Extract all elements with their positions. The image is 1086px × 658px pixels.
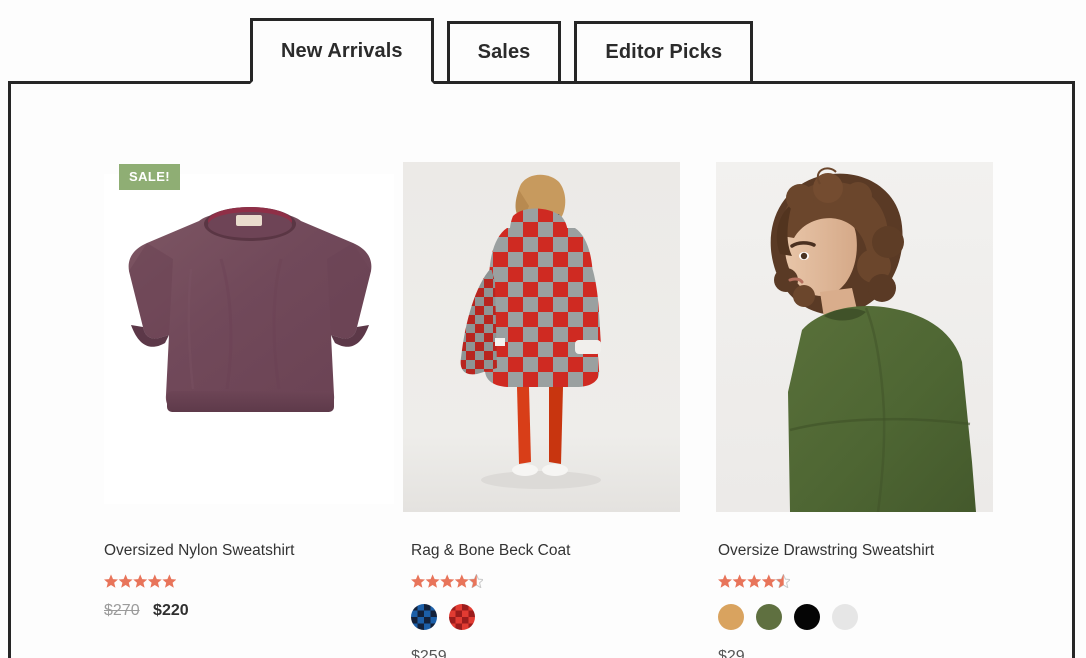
product-photo[interactable] xyxy=(403,162,680,512)
product-meta: Rag & Bone Beck Coat $259 xyxy=(403,517,710,658)
current-price: $259 xyxy=(411,647,447,658)
tab-label: New Arrivals xyxy=(281,39,403,62)
color-swatch-list xyxy=(718,603,1017,630)
product-image-wrapper xyxy=(403,162,710,517)
red-plaid-swatch-icon xyxy=(449,603,475,630)
product-meta: Oversized Nylon Sweatshirt $270 $220 xyxy=(96,517,403,620)
product-photo[interactable] xyxy=(104,174,394,504)
swatch-light-gray[interactable] xyxy=(832,603,858,630)
swatch-black[interactable] xyxy=(794,603,820,630)
tab-editor-picks[interactable]: Editor Picks xyxy=(574,21,754,84)
tab-bar: New Arrivals Sales Editor Picks xyxy=(250,18,754,84)
product-image-wrapper xyxy=(710,162,1017,517)
color-swatch-list xyxy=(411,603,710,630)
swatch-camel[interactable] xyxy=(718,603,744,630)
tab-new-arrivals[interactable]: New Arrivals xyxy=(250,18,434,84)
product-card[interactable]: Oversize Drawstring Sweatshirt $29 xyxy=(710,162,1017,658)
rating-stars xyxy=(104,573,403,588)
product-title: Rag & Bone Beck Coat xyxy=(411,542,571,559)
four-and-half-star-rating-icon xyxy=(411,573,484,588)
rating-stars xyxy=(411,573,710,588)
tab-sales[interactable]: Sales xyxy=(446,21,562,84)
swatch-red-plaid[interactable] xyxy=(449,603,475,630)
product-card[interactable]: SALE! Oversized Nylon Sweatshirt $270 $2… xyxy=(96,162,403,658)
four-and-half-star-rating-icon xyxy=(718,573,791,588)
product-photo[interactable] xyxy=(716,162,993,512)
product-meta: Oversize Drawstring Sweatshirt $29 xyxy=(710,517,1017,658)
five-star-rating-icon xyxy=(104,573,177,588)
tab-label: Sales xyxy=(477,41,531,63)
product-price: $270 $220 xyxy=(104,602,403,620)
sale-badge: SALE! xyxy=(119,164,180,190)
product-browser-screen: New Arrivals Sales Editor Picks SALE! Ov… xyxy=(0,0,1086,658)
blue-plaid-swatch-icon xyxy=(411,603,437,630)
product-image-wrapper: SALE! xyxy=(96,162,403,517)
green-sweatshirt-model-photo xyxy=(716,162,993,512)
current-price: $29 xyxy=(718,647,745,658)
rating-stars xyxy=(718,573,1017,588)
product-title: Oversized Nylon Sweatshirt xyxy=(104,542,295,559)
tab-label: Editor Picks xyxy=(605,41,723,63)
product-price: $259 xyxy=(411,648,710,658)
product-grid: SALE! Oversized Nylon Sweatshirt $270 $2… xyxy=(96,162,1017,658)
plaid-coat-model-photo xyxy=(403,162,680,512)
product-card[interactable]: Rag & Bone Beck Coat $259 xyxy=(403,162,710,658)
old-price: $270 xyxy=(104,601,140,619)
tab-panel-new-arrivals: SALE! Oversized Nylon Sweatshirt $270 $2… xyxy=(8,81,1075,658)
swatch-blue-plaid[interactable] xyxy=(411,603,437,630)
product-title: Oversize Drawstring Sweatshirt xyxy=(718,542,935,559)
current-price: $220 xyxy=(153,601,189,619)
burgundy-sweatshirt-illustration xyxy=(128,207,372,412)
swatch-olive[interactable] xyxy=(756,603,782,630)
product-price: $29 xyxy=(718,648,1017,658)
